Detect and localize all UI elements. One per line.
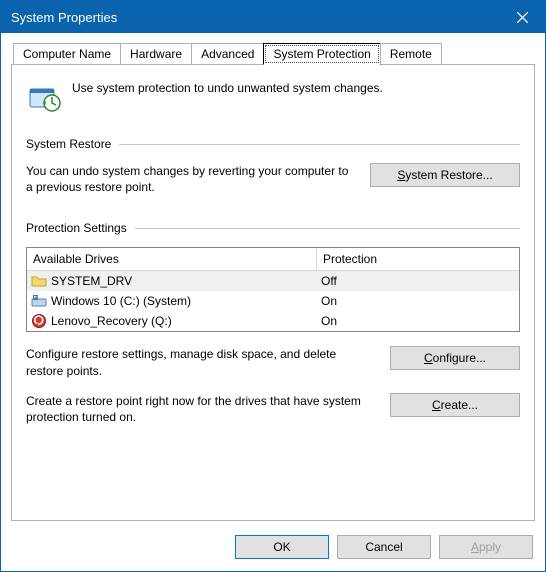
protection-settings-label: Protection Settings — [26, 221, 127, 235]
button-label-rest: onfigure... — [433, 351, 486, 365]
intro-row: Use system protection to undo unwanted s… — [26, 79, 520, 115]
divider — [135, 228, 520, 229]
close-icon — [517, 12, 528, 23]
create-text: Create a restore point right now for the… — [26, 393, 370, 425]
table-row[interactable]: Windows 10 (C:) (System) On — [27, 291, 519, 311]
window-title: System Properties — [11, 10, 499, 25]
drive-name: SYSTEM_DRV — [51, 274, 132, 288]
table-header: Available Drives Protection — [27, 248, 519, 271]
tab-advanced[interactable]: Advanced — [191, 43, 264, 64]
divider — [119, 144, 520, 145]
mnemonic: A — [471, 540, 479, 554]
mnemonic: C — [432, 398, 441, 412]
tab-remote[interactable]: Remote — [380, 43, 442, 64]
apply-button: Apply — [439, 535, 533, 559]
header-available-drives[interactable]: Available Drives — [27, 248, 317, 271]
system-restore-label: System Restore — [26, 137, 111, 151]
configure-button[interactable]: Configure... — [390, 346, 520, 370]
system-restore-row: You can undo system changes by reverting… — [26, 163, 520, 195]
disk-icon — [31, 293, 47, 309]
folder-icon — [31, 273, 47, 289]
intro-text: Use system protection to undo unwanted s… — [72, 79, 383, 95]
dialog-footer: OK Cancel Apply — [1, 525, 545, 571]
table-row[interactable]: Lenovo_Recovery (Q:) On — [27, 311, 519, 331]
header-protection[interactable]: Protection — [317, 248, 519, 271]
system-restore-text: You can undo system changes by reverting… — [26, 163, 350, 195]
titlebar: System Properties — [1, 1, 545, 33]
cancel-button[interactable]: Cancel — [337, 535, 431, 559]
button-label-rest: pply — [479, 540, 501, 554]
system-protection-icon — [26, 79, 62, 115]
tab-hardware[interactable]: Hardware — [120, 43, 192, 64]
drive-protection-status: On — [321, 294, 515, 308]
drive-name: Windows 10 (C:) (System) — [51, 294, 191, 308]
table-row[interactable]: SYSTEM_DRV Off — [27, 271, 519, 291]
button-label-rest: ystem Restore... — [405, 168, 492, 182]
configure-row: Configure restore settings, manage disk … — [26, 346, 520, 378]
create-row: Create a restore point right now for the… — [26, 393, 520, 425]
drive-name: Lenovo_Recovery (Q:) — [51, 314, 172, 328]
system-restore-group-header: System Restore — [26, 137, 520, 151]
content-area: Computer Name Hardware Advanced System P… — [1, 33, 545, 525]
create-button[interactable]: Create... — [390, 393, 520, 417]
drive-protection-status: Off — [321, 274, 515, 288]
drive-protection-status: On — [321, 314, 515, 328]
button-label-rest: reate... — [441, 398, 478, 412]
recovery-icon — [31, 313, 47, 329]
protection-settings-group-header: Protection Settings — [26, 221, 520, 235]
system-properties-window: System Properties Computer Name Hardware… — [0, 0, 546, 572]
ok-button[interactable]: OK — [235, 535, 329, 559]
tab-computer-name[interactable]: Computer Name — [13, 43, 121, 64]
mnemonic: C — [424, 351, 433, 365]
close-button[interactable] — [499, 1, 545, 33]
drives-table: Available Drives Protection SYSTEM_DRV O… — [26, 247, 520, 332]
tab-strip: Computer Name Hardware Advanced System P… — [11, 43, 535, 64]
tab-system-protection[interactable]: System Protection — [263, 43, 380, 65]
system-protection-panel: Use system protection to undo unwanted s… — [11, 64, 535, 521]
system-restore-button[interactable]: System Restore... — [370, 163, 520, 187]
configure-text: Configure restore settings, manage disk … — [26, 346, 370, 378]
